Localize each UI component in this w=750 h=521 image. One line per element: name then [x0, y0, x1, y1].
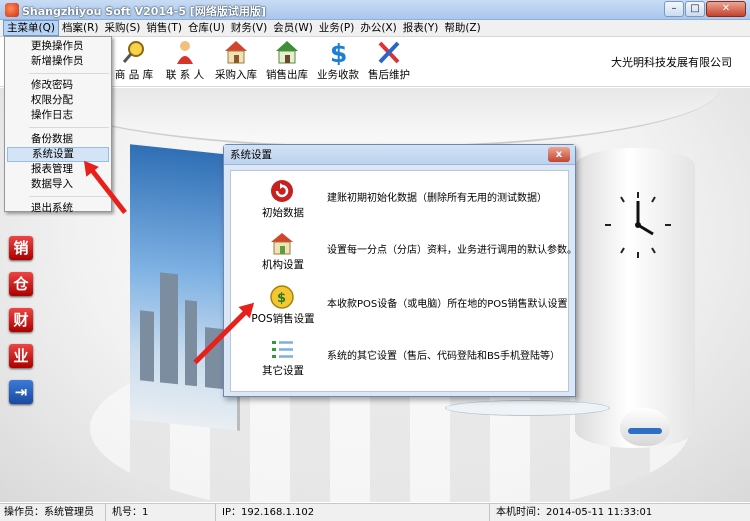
maximize-icon[interactable]: □	[685, 1, 705, 17]
menu-separator	[29, 196, 109, 197]
list-icon	[269, 337, 295, 361]
option-desc: 建账初期初始化数据（删除所有无用的测试数据）	[327, 193, 547, 204]
option-desc: 系统的其它设置（售后、代码登陆和BS手机登陆等）	[327, 351, 561, 362]
house-out-icon	[273, 39, 301, 65]
menu-add-operator[interactable]: 新增操作员	[7, 54, 109, 69]
option-name: POS销售设置	[251, 313, 315, 325]
menu-archive[interactable]: 档案(R)	[59, 20, 102, 36]
menu-warehouse[interactable]: 仓库(U)	[185, 20, 228, 36]
status-time: 本机时间：2014-05-11 11:33:01	[496, 507, 653, 518]
clock-icon	[601, 188, 675, 262]
side-button-warehouse[interactable]: 仓	[9, 272, 33, 296]
side-button-sales[interactable]: 销	[9, 236, 33, 260]
toolbar-label: 售后维护	[368, 69, 410, 81]
coin-icon: $	[269, 285, 295, 309]
main-menu-dropdown: 更换操作员 新增操作员 修改密码 权限分配 操作日志 备份数据 系统设置 报表管…	[4, 36, 112, 214]
status-bar: 操作员：系统管理员 机号：1 IP：192.168.1.102 本机时间：201…	[0, 503, 750, 521]
option-other-settings[interactable]: 其它设置 系统的其它设置（售后、代码登陆和BS手机登陆等）	[231, 333, 570, 381]
title-bar: Shangzhiyou Soft V2014-5 [网络版试用版] – □ ✕	[0, 0, 750, 20]
dollar-icon: $	[324, 39, 352, 68]
dialog-body: 初始数据 建账初期初始化数据（删除所有无用的测试数据） 机构设置 设置每一分点（…	[230, 170, 577, 392]
menu-separator	[29, 73, 109, 74]
dialog-title: 系统设置	[224, 145, 575, 165]
menu-main[interactable]: 主菜单(Q)	[3, 20, 59, 36]
table-decoration	[445, 400, 610, 416]
svg-text:$: $	[330, 39, 347, 65]
toolbar-after-sales[interactable]: 售后维护	[359, 39, 419, 82]
menu-office[interactable]: 办公(X)	[357, 20, 399, 36]
side-button-finance[interactable]: 财	[9, 308, 33, 332]
option-name: 机构设置	[262, 259, 304, 271]
company-name: 大光明科技发展有限公司	[611, 56, 732, 69]
menu-help[interactable]: 帮助(Z)	[441, 20, 483, 36]
menu-change-password[interactable]: 修改密码	[7, 78, 109, 93]
menu-bar: 主菜单(Q) 档案(R) 采购(S) 销售(T) 仓库(U) 财务(V) 会员(…	[0, 20, 750, 37]
menu-permissions[interactable]: 权限分配	[7, 93, 109, 108]
menu-report[interactable]: 报表(Y)	[400, 20, 442, 36]
svg-text:$: $	[277, 291, 286, 306]
option-pos-settings[interactable]: $ POS销售设置 本收款POS设备（或电脑）所在地的POS销售默认设置	[231, 281, 570, 329]
option-name: 其它设置	[262, 365, 304, 377]
app-logo-icon	[5, 3, 19, 17]
status-operator: 操作员：系统管理员	[0, 504, 106, 521]
house-icon	[269, 231, 295, 255]
exit-door-icon[interactable]: ⇥	[9, 380, 33, 404]
window-controls: – □ ✕	[664, 1, 746, 17]
menu-member[interactable]: 会员(W)	[270, 20, 316, 36]
side-button-business[interactable]: 业	[9, 344, 33, 368]
option-init-data[interactable]: 初始数据 建账初期初始化数据（删除所有无用的测试数据）	[231, 175, 570, 223]
status-machine: 机号：1	[108, 504, 216, 521]
window-title: Shangzhiyou Soft V2014-5 [网络版试用版]	[22, 5, 266, 18]
status-ip: IP：192.168.1.102	[218, 504, 490, 521]
chair-decoration	[620, 408, 670, 446]
menu-finance[interactable]: 财务(V)	[228, 20, 270, 36]
menu-purchase[interactable]: 采购(S)	[101, 20, 143, 36]
system-settings-dialog: 系统设置 x 初始数据 建账初期初始化数据（删除所有无用的测试数据） 机构设置 …	[223, 144, 577, 397]
menu-separator	[29, 127, 109, 128]
menu-business[interactable]: 业务(P)	[316, 20, 358, 36]
menu-operation-log[interactable]: 操作日志	[7, 108, 109, 123]
ceiling-decoration	[30, 88, 720, 148]
menu-exit[interactable]: 退出系统	[7, 201, 109, 216]
close-icon[interactable]: ✕	[706, 1, 746, 17]
dialog-close-button[interactable]: x	[548, 147, 570, 162]
person-icon	[171, 39, 199, 65]
minimize-icon[interactable]: –	[664, 1, 684, 17]
menu-change-operator[interactable]: 更换操作员	[7, 39, 109, 54]
house-icon	[222, 39, 250, 65]
menu-sales[interactable]: 销售(T)	[143, 20, 185, 36]
option-name: 初始数据	[262, 207, 304, 219]
toolbar: 商 品 库 联 系 人 采购入库 销售出库 $ 业务收款 售后维护 大光明科技发…	[0, 37, 750, 87]
menu-data-import[interactable]: 数据导入	[7, 177, 109, 192]
magnifier-icon	[120, 39, 148, 65]
option-org-settings[interactable]: 机构设置 设置每一分点（分店）资料，业务进行调用的默认参数。	[231, 227, 577, 275]
refresh-icon	[269, 179, 295, 203]
menu-backup[interactable]: 备份数据	[7, 132, 109, 147]
option-desc: 本收款POS设备（或电脑）所在地的POS销售默认设置	[327, 299, 568, 310]
option-desc: 设置每一分点（分店）资料，业务进行调用的默认参数。	[327, 245, 577, 256]
tools-icon	[375, 39, 403, 65]
